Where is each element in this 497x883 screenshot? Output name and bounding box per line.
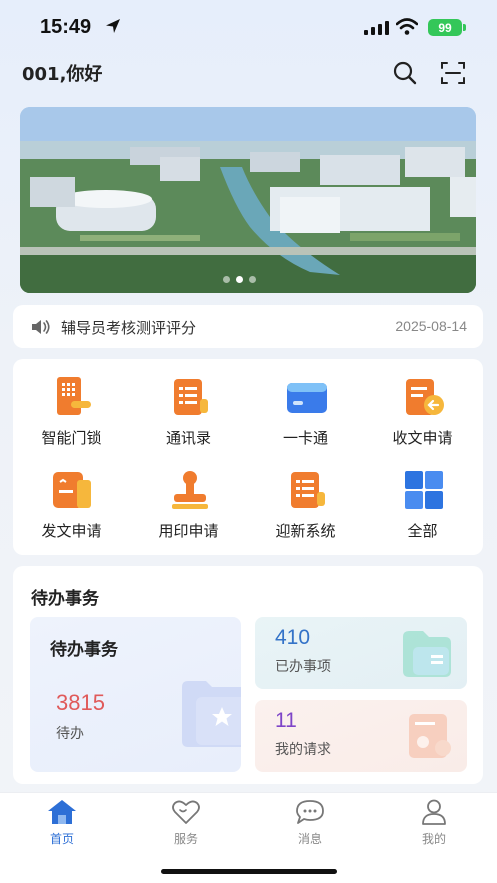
heart-icon: [172, 800, 200, 824]
card-icon: [287, 383, 327, 413]
contacts-icon: [174, 379, 208, 415]
pending-count: 3815: [56, 690, 105, 715]
notice-date: 2025-08-14: [395, 318, 467, 334]
banner-dot-active[interactable]: [236, 276, 243, 283]
app-welcome-system[interactable]: 迎新系统: [247, 458, 364, 548]
chat-bubble-icon: [296, 800, 324, 824]
app-label: 全部: [407, 522, 438, 540]
todo-section-title: 待办事务: [31, 589, 99, 609]
home-indicator: [161, 869, 337, 874]
welcome-system-icon: [291, 472, 325, 508]
app-door-lock[interactable]: 智能门锁: [13, 365, 130, 455]
app-label: 收文申请: [392, 429, 453, 447]
tab-profile[interactable]: 我的: [372, 793, 496, 853]
greeting-text: 001,你好: [22, 64, 103, 85]
tab-messages[interactable]: 消息: [248, 793, 372, 853]
tab-label: 我的: [421, 832, 446, 846]
app-contacts[interactable]: 通讯录: [130, 365, 247, 455]
campus-banner[interactable]: [20, 107, 476, 293]
todo-section: 待办事务 待办事务 3815 待办 410 已办事项 11 我的请求: [13, 566, 483, 784]
completed-tasks-card[interactable]: 410 已办事项: [255, 617, 467, 689]
user-icon: [422, 799, 446, 825]
tab-home[interactable]: 首页: [0, 793, 124, 853]
tab-label: 消息: [297, 832, 322, 846]
banner-dot[interactable]: [223, 276, 230, 283]
app-campus-card[interactable]: 一卡通: [247, 365, 364, 455]
all-apps-icon: [405, 471, 443, 509]
pending-tasks-card[interactable]: 待办事务 3815 待办: [30, 617, 241, 772]
app-send-document[interactable]: 发文申请: [13, 458, 130, 548]
battery-level: 99: [438, 20, 452, 35]
app-label: 智能门锁: [41, 429, 102, 447]
request-document-icon: [409, 714, 451, 758]
pending-label: 待办: [56, 726, 84, 742]
banner-pagination[interactable]: [223, 276, 256, 283]
requests-count: 11: [275, 709, 297, 732]
my-requests-card[interactable]: 11 我的请求: [255, 700, 467, 772]
app-stamp[interactable]: 用印申请: [130, 458, 247, 548]
app-label: 发文申请: [41, 522, 102, 540]
tab-label: 服务: [173, 832, 198, 846]
app-label: 用印申请: [158, 522, 219, 540]
notice-bar[interactable]: 辅导员考核测评评分 2025-08-14: [13, 305, 483, 348]
requests-label: 我的请求: [275, 742, 331, 758]
campus-banner-image: [20, 107, 476, 293]
cellular-signal-icon: [364, 21, 389, 35]
app-all[interactable]: 全部: [364, 458, 481, 548]
home-icon: [48, 800, 76, 824]
app-label: 迎新系统: [275, 522, 336, 540]
tab-label: 首页: [49, 832, 74, 846]
completed-folder-icon: [403, 631, 451, 677]
app-label: 一卡通: [282, 429, 328, 447]
stamp-icon: [172, 471, 208, 509]
status-bar: 15:49 99: [0, 0, 497, 54]
door-lock-icon: [57, 377, 91, 415]
completed-count: 410: [275, 626, 311, 649]
battery-tip: [463, 24, 466, 31]
wifi-icon: [396, 18, 418, 35]
app-grid: 智能门锁 通讯录 一卡通 收文申请 发文申请 用印申请 迎新系统 全部: [13, 359, 483, 555]
receive-document-icon: [406, 379, 444, 415]
banner-dot[interactable]: [249, 276, 256, 283]
completed-label: 已办事项: [275, 659, 331, 675]
speaker-icon: [32, 320, 50, 334]
send-document-icon: [53, 472, 91, 508]
folder-star-icon: [182, 681, 241, 747]
status-time: 15:49: [40, 16, 92, 38]
location-arrow-icon: [106, 19, 120, 33]
tab-services[interactable]: 服务: [124, 793, 248, 853]
battery-indicator: 99: [428, 19, 462, 36]
app-receive-document[interactable]: 收文申请: [364, 365, 481, 455]
search-icon[interactable]: [392, 60, 418, 86]
notice-text: 辅导员考核测评评分: [61, 319, 197, 337]
pending-card-title: 待办事务: [50, 640, 118, 660]
app-label: 通讯录: [165, 429, 211, 447]
scan-icon[interactable]: [440, 60, 466, 86]
